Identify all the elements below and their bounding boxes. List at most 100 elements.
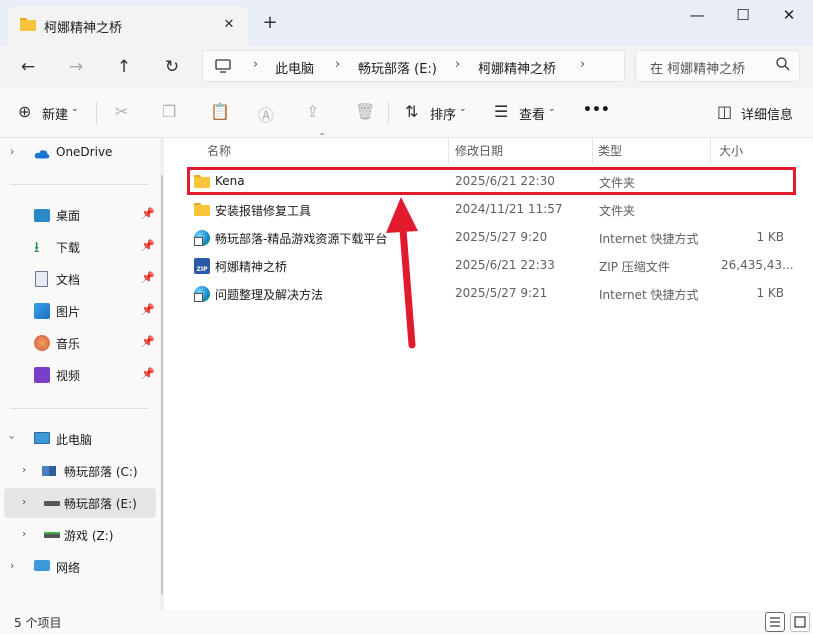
desktop-icon bbox=[34, 209, 50, 222]
pin-icon[interactable]: 📌 bbox=[141, 367, 155, 380]
drive-icon bbox=[44, 501, 60, 506]
delete-icon[interactable]: 🗑 bbox=[355, 102, 375, 121]
pin-icon[interactable]: 📌 bbox=[141, 303, 155, 316]
sidebar-item-this-pc[interactable]: › 此电脑 bbox=[0, 424, 160, 454]
file-type: ZIP 压缩文件 bbox=[599, 260, 670, 274]
chevron-right-icon[interactable]: › bbox=[10, 145, 14, 158]
search-placeholder: 在 柯娜精神之桥 bbox=[650, 62, 746, 77]
search-input[interactable]: 在 柯娜精神之桥 bbox=[635, 50, 800, 82]
new-button[interactable]: 新建 bbox=[42, 104, 68, 123]
tiles-view-button[interactable] bbox=[790, 612, 810, 632]
sidebar-item-desktop[interactable]: 桌面 📌 bbox=[0, 200, 160, 230]
network-icon bbox=[34, 560, 50, 571]
grid-view-icon bbox=[794, 616, 806, 628]
cloud-icon bbox=[34, 150, 50, 159]
column-divider[interactable] bbox=[710, 138, 711, 164]
forward-button[interactable]: → bbox=[61, 52, 91, 82]
column-header-type[interactable]: 类型 bbox=[598, 142, 622, 159]
divider bbox=[96, 102, 97, 124]
sidebar-item-onedrive[interactable]: › OneDrive bbox=[0, 138, 160, 168]
back-button[interactable]: ← bbox=[13, 52, 43, 82]
sidebar-item-documents[interactable]: 文档 📌 bbox=[0, 264, 160, 294]
table-row[interactable]: 安装报错修复工具 2024/11/21 11:57 文件夹 bbox=[186, 196, 796, 224]
maximize-button[interactable]: ☐ bbox=[720, 0, 766, 32]
sidebar-item-drive-e[interactable]: › 畅玩部落 (E:) bbox=[4, 488, 156, 518]
up-button[interactable]: ↑ bbox=[109, 52, 139, 82]
sidebar-item-downloads[interactable]: ⭳ 下载 📌 bbox=[0, 232, 160, 262]
chevron-right-icon: › bbox=[253, 57, 259, 72]
file-modified: 2025/5/27 9:20 bbox=[455, 230, 548, 244]
more-options-button[interactable]: ••• bbox=[583, 102, 610, 118]
share-icon[interactable]: ⇪ bbox=[306, 102, 319, 121]
pin-icon[interactable]: 📌 bbox=[141, 335, 155, 348]
sidebar-item-music[interactable]: 音乐 📌 bbox=[0, 328, 160, 358]
sidebar-scrollbar-thumb[interactable] bbox=[161, 175, 163, 595]
divider bbox=[10, 184, 148, 185]
zip-icon: ZIP bbox=[194, 258, 210, 274]
file-name: 安装报错修复工具 bbox=[215, 204, 312, 218]
file-size: 26,435,43... bbox=[721, 258, 794, 272]
pin-icon[interactable]: 📌 bbox=[141, 239, 155, 252]
sort-ascending-icon: ⌃ bbox=[318, 132, 327, 143]
rename-icon[interactable]: Ⓐ bbox=[258, 102, 274, 126]
chevron-right-icon[interactable]: › bbox=[22, 463, 26, 476]
sidebar-item-label: 文档 bbox=[56, 273, 81, 287]
sidebar-item-drive-z[interactable]: › 游戏 (Z:) bbox=[0, 520, 160, 550]
new-tab-button[interactable]: + bbox=[258, 12, 282, 36]
column-header-modified[interactable]: 修改日期 bbox=[455, 142, 503, 159]
internet-shortcut-icon bbox=[194, 286, 210, 302]
column-header-name[interactable]: 名称 bbox=[207, 142, 231, 159]
drive-icon bbox=[44, 532, 60, 538]
refresh-button[interactable]: ↻ bbox=[157, 52, 187, 82]
close-button[interactable]: ✕ bbox=[766, 0, 812, 32]
sort-button[interactable]: 排序 bbox=[430, 104, 456, 123]
divider bbox=[10, 408, 148, 409]
column-divider[interactable] bbox=[592, 138, 593, 164]
breadcrumb-drive-e[interactable]: 畅玩部落 (E:) bbox=[358, 58, 437, 77]
sidebar-item-drive-c[interactable]: › 畅玩部落 (C:) bbox=[0, 456, 160, 486]
internet-shortcut-icon bbox=[194, 230, 210, 246]
table-row[interactable]: ZIP 柯娜精神之桥 2025/6/21 22:33 ZIP 压缩文件 26,4… bbox=[186, 252, 796, 280]
column-divider[interactable] bbox=[448, 138, 449, 164]
computer-icon bbox=[34, 432, 50, 444]
paste-icon[interactable]: 📋 bbox=[210, 102, 230, 121]
breadcrumb-current-folder[interactable]: 柯娜精神之桥 bbox=[478, 58, 556, 77]
copy-icon[interactable]: ❐ bbox=[162, 102, 176, 121]
table-row[interactable]: 问题整理及解决方法 2025/5/27 9:21 Internet 快捷方式 1… bbox=[186, 280, 796, 308]
navigation-pane: › OneDrive 桌面 📌 ⭳ 下载 📌 文档 📌 图片 📌 音乐 📌 视频… bbox=[0, 138, 160, 610]
sidebar-item-videos[interactable]: 视频 📌 bbox=[0, 360, 160, 390]
chevron-right-icon[interactable]: › bbox=[580, 57, 585, 72]
sidebar-item-network[interactable]: › 网络 bbox=[0, 552, 160, 582]
document-icon bbox=[35, 271, 48, 287]
sidebar-item-label: 下载 bbox=[56, 241, 81, 255]
sidebar-item-pictures[interactable]: 图片 📌 bbox=[0, 296, 160, 326]
tab-current[interactable]: 柯娜精神之桥 ✕ bbox=[8, 6, 248, 46]
search-icon bbox=[776, 57, 790, 71]
cut-icon[interactable]: ✂ bbox=[115, 102, 128, 121]
details-button[interactable]: 详细信息 bbox=[741, 104, 793, 123]
chevron-down-icon[interactable]: › bbox=[6, 435, 19, 439]
address-bar[interactable]: › 此电脑 › 畅玩部落 (E:) › 柯娜精神之桥 › bbox=[202, 50, 625, 82]
file-type: 文件夹 bbox=[599, 204, 636, 218]
pin-icon[interactable]: 📌 bbox=[141, 271, 155, 284]
sidebar-item-label: 畅玩部落 (E:) bbox=[64, 497, 137, 511]
breadcrumb-this-pc[interactable]: 此电脑 bbox=[275, 58, 314, 77]
table-row[interactable]: 畅玩部落-精品游戏资源下载平台 2025/5/27 9:20 Internet … bbox=[186, 224, 796, 252]
minimize-button[interactable]: — bbox=[674, 0, 720, 32]
sidebar-item-label: 桌面 bbox=[56, 209, 81, 223]
sidebar-item-label: OneDrive bbox=[56, 145, 113, 159]
pin-icon[interactable]: 📌 bbox=[141, 207, 155, 220]
chevron-right-icon[interactable]: › bbox=[10, 559, 14, 572]
chevron-down-icon: ⌄ bbox=[548, 104, 556, 114]
details-view-button[interactable] bbox=[765, 612, 785, 632]
view-icon: ☰ bbox=[494, 102, 509, 121]
file-modified: 2025/5/27 9:21 bbox=[455, 286, 548, 300]
column-header-size[interactable]: 大小 bbox=[719, 142, 743, 159]
file-list: ⌃ 名称 修改日期 类型 大小 Kena 2025/6/21 22:30 文件夹… bbox=[174, 132, 813, 610]
music-icon bbox=[34, 335, 50, 351]
file-type: Internet 快捷方式 bbox=[599, 232, 699, 246]
tab-close-button[interactable]: ✕ bbox=[218, 14, 240, 36]
chevron-right-icon[interactable]: › bbox=[22, 495, 26, 508]
chevron-right-icon[interactable]: › bbox=[22, 527, 26, 540]
view-button[interactable]: 查看 bbox=[519, 104, 545, 123]
